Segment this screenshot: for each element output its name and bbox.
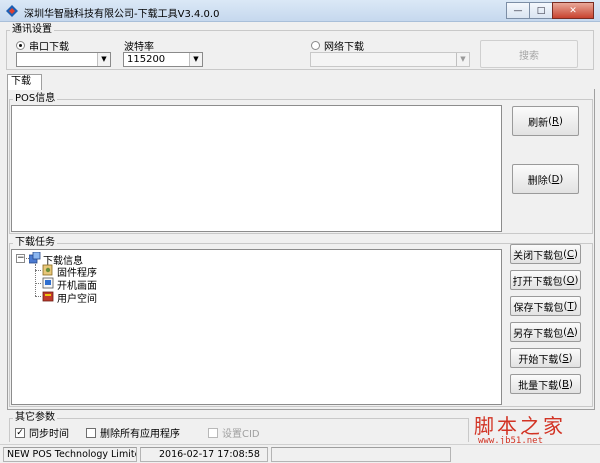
serial-radio-dot — [16, 41, 25, 50]
set-cid-label: 设置CID — [222, 429, 260, 440]
close-package-button[interactable]: 关闭下载包(C) — [510, 244, 581, 264]
tree-connector — [35, 264, 36, 296]
delete-all-apps-checkbox[interactable]: 删除所有应用程序 — [86, 425, 180, 440]
delete-hotkey: D — [551, 173, 560, 185]
close-package-hotkey: C — [567, 248, 574, 260]
status-datetime: 2016-02-17 17:08:58 — [140, 447, 268, 462]
delete-button[interactable]: 删除(D) — [512, 164, 579, 194]
serial-download-radio[interactable]: 串口下载 — [16, 38, 69, 53]
checkbox-box — [86, 427, 96, 438]
tree-collapse-toggle[interactable]: − — [16, 254, 25, 263]
watermark-title: 脚本之家 — [474, 414, 566, 438]
title-bar[interactable]: 深圳华智融科技有限公司-下载工具V3.4.0.0 — □ ✕ — [0, 0, 600, 22]
sync-time-checkbox[interactable]: ✓ 同步时间 — [15, 425, 69, 440]
tree-item-user-space[interactable]: 用户空间 — [57, 290, 97, 305]
batch-download-button[interactable]: 批量下载(B) — [510, 374, 581, 394]
chevron-down-icon: ▼ — [189, 53, 202, 66]
boot-screen-icon — [42, 277, 54, 289]
open-package-label: 打开下载包 — [512, 276, 563, 288]
user-space-icon — [42, 291, 54, 302]
refresh-hotkey: R — [552, 115, 559, 127]
save-as-package-button[interactable]: 另存下载包(A) — [510, 322, 581, 342]
delete-all-apps-label: 删除所有应用程序 — [100, 429, 180, 440]
network-radio-dot — [311, 41, 320, 50]
baud-rate-value: 115200 — [127, 54, 166, 65]
status-company: NEW POS Technology Limite — [3, 447, 137, 462]
minimize-button[interactable]: — — [506, 2, 530, 19]
save-as-package-label: 另存下载包 — [513, 328, 564, 340]
delete-button-label: 删除 — [527, 175, 548, 187]
start-download-label: 开始下载 — [518, 354, 559, 366]
batch-download-hotkey: B — [562, 378, 569, 390]
serial-port-select[interactable]: ▼ — [16, 52, 111, 67]
open-package-hotkey: O — [566, 274, 575, 286]
close-package-label: 关闭下载包 — [513, 250, 564, 262]
pos-info-title: POS信息 — [13, 93, 58, 104]
serial-download-label: 串口下载 — [29, 42, 69, 53]
maximize-button[interactable]: □ — [529, 2, 553, 19]
status-empty — [271, 447, 451, 462]
save-package-button[interactable]: 保存下载包(T) — [510, 296, 581, 316]
chevron-down-icon: ▼ — [456, 53, 469, 66]
download-task-title: 下载任务 — [13, 237, 57, 248]
set-cid-checkbox[interactable]: 设置CID — [208, 425, 260, 440]
close-button[interactable]: ✕ — [552, 2, 594, 19]
window-title: 深圳华智融科技有限公司-下载工具V3.4.0.0 — [24, 9, 220, 20]
sync-time-label: 同步时间 — [29, 429, 69, 440]
chevron-down-icon: ▼ — [97, 53, 110, 66]
app-logo-icon — [6, 5, 18, 17]
other-params-title: 其它参数 — [13, 412, 57, 423]
baud-rate-label: 波特率 — [124, 42, 154, 53]
network-download-radio[interactable]: 网络下载 — [311, 38, 364, 53]
save-package-label: 保存下载包 — [513, 302, 564, 314]
start-download-button[interactable]: 开始下载(S) — [510, 348, 581, 368]
pos-info-list[interactable] — [11, 105, 502, 232]
open-package-button[interactable]: 打开下载包(O) — [510, 270, 581, 290]
tree-connector — [35, 270, 41, 271]
network-download-label: 网络下载 — [324, 42, 364, 53]
tree-connector — [35, 296, 41, 297]
baud-rate-select[interactable]: 115200 ▼ — [123, 52, 203, 67]
download-info-icon — [29, 252, 41, 264]
tab-download[interactable]: 下载 — [7, 74, 42, 90]
batch-download-label: 批量下载 — [518, 380, 559, 392]
network-device-select[interactable]: ▼ — [310, 52, 470, 67]
refresh-button-label: 刷新 — [528, 117, 549, 129]
check-icon: ✓ — [15, 427, 25, 438]
comm-settings-title: 通讯设置 — [10, 24, 54, 35]
refresh-button[interactable]: 刷新(R) — [512, 106, 579, 136]
save-package-hotkey: T — [567, 300, 574, 312]
save-as-package-hotkey: A — [567, 326, 574, 338]
tree-connector — [35, 283, 41, 284]
firmware-icon — [42, 264, 53, 276]
status-bar: NEW POS Technology Limite 2016-02-17 17:… — [0, 444, 600, 463]
start-download-hotkey: S — [562, 352, 569, 364]
search-button[interactable]: 搜索 — [480, 40, 578, 68]
checkbox-box — [208, 427, 218, 438]
